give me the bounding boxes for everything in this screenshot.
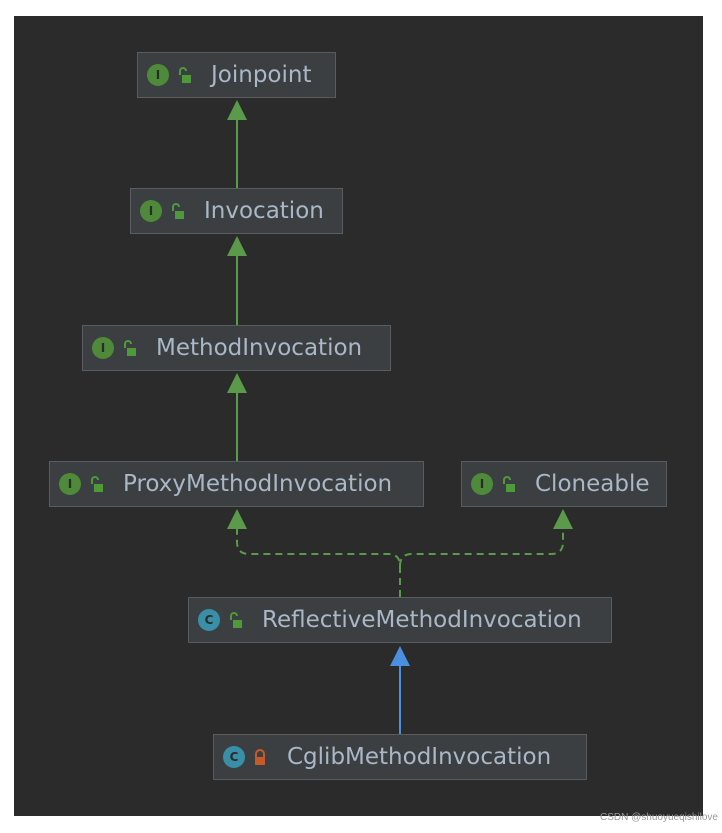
- node-label: Joinpoint: [211, 62, 312, 88]
- unlocked-icon: [503, 476, 515, 492]
- arrowhead: [227, 100, 247, 120]
- unlocked-icon: [172, 203, 184, 219]
- node-invocation[interactable]: I Invocation: [130, 188, 343, 234]
- interface-icon: I: [59, 473, 81, 495]
- arrowhead: [227, 236, 247, 256]
- interface-icon: I: [140, 200, 162, 222]
- unlocked-icon: [91, 476, 103, 492]
- unlocked-icon: [124, 340, 136, 356]
- watermark: CSDN @shuoyueqishilove: [600, 812, 718, 823]
- arrowhead: [227, 373, 247, 393]
- arrowhead: [227, 509, 247, 529]
- edge-reflective-cloneable: [399, 526, 564, 567]
- interface-icon: I: [92, 337, 114, 359]
- unlocked-icon: [230, 612, 242, 628]
- edge-reflective-proxy: [236, 526, 401, 597]
- uml-diagram-canvas: [14, 16, 703, 816]
- edges-layer: [227, 100, 573, 734]
- node-cglib-method-invocation[interactable]: C CglibMethodInvocation: [213, 734, 587, 780]
- node-label: ReflectiveMethodInvocation: [262, 607, 582, 633]
- node-method-invocation[interactable]: I MethodInvocation: [82, 325, 391, 371]
- class-icon: C: [223, 746, 245, 768]
- node-label: ProxyMethodInvocation: [123, 471, 393, 497]
- node-label: Invocation: [204, 198, 324, 224]
- unlocked-icon: [179, 67, 191, 83]
- node-reflective-method-invocation[interactable]: C ReflectiveMethodInvocation: [188, 597, 612, 643]
- class-icon: C: [198, 609, 220, 631]
- node-label: CglibMethodInvocation: [287, 744, 552, 770]
- node-joinpoint[interactable]: I Joinpoint: [137, 52, 336, 98]
- node-label: Cloneable: [535, 471, 650, 497]
- interface-icon: I: [147, 64, 169, 86]
- node-proxy-method-invocation[interactable]: I ProxyMethodInvocation: [49, 461, 424, 507]
- node-label: MethodInvocation: [156, 335, 363, 361]
- node-cloneable[interactable]: I Cloneable: [461, 461, 667, 507]
- locked-icon: [255, 749, 265, 765]
- arrowhead: [390, 646, 410, 666]
- arrowhead: [553, 509, 573, 529]
- interface-icon: I: [471, 473, 493, 495]
